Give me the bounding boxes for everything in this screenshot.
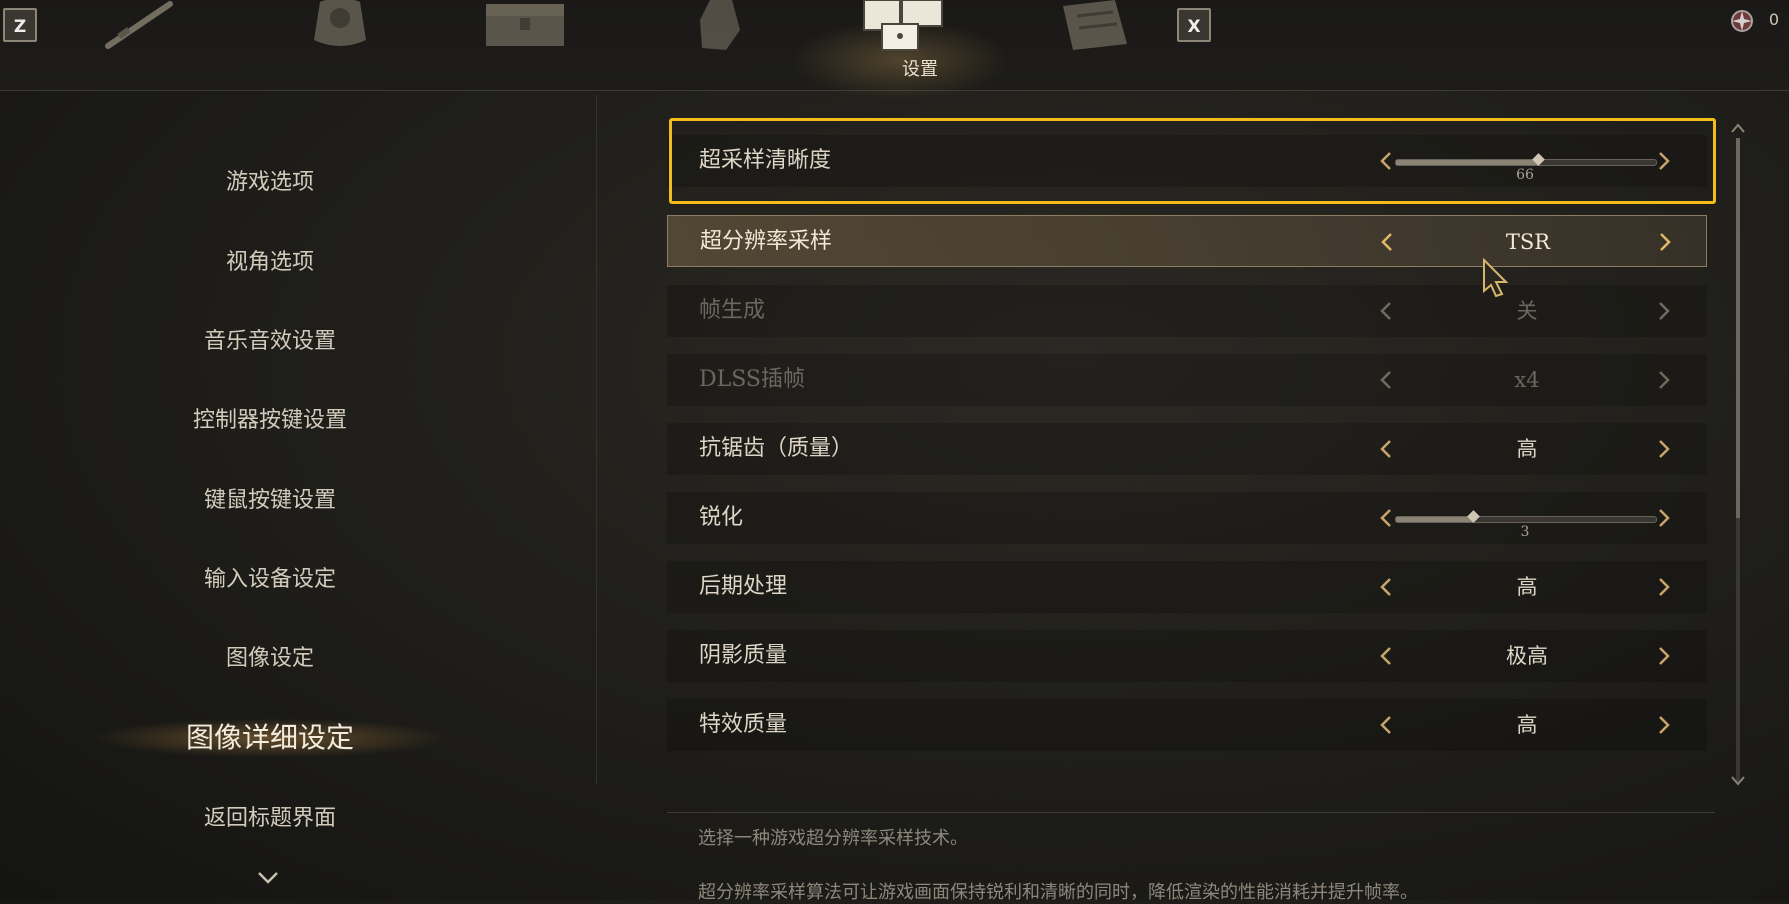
settings-dice-icon[interactable] [858,0,948,52]
chevron-left-icon[interactable] [1379,439,1393,459]
setting-label: DLSS插帧 [699,367,806,392]
spirit-currency-icon [1731,10,1753,32]
prev-tab-key[interactable]: Z [3,8,37,42]
slider-value: 3 [1520,524,1530,540]
chevron-left-icon[interactable] [1379,715,1393,735]
chevron-left-icon[interactable] [1380,232,1394,252]
chevron-right-icon[interactable] [1657,715,1671,735]
setting-row-antialiasing[interactable]: 抗锯齿（质量） 高 [667,423,1707,475]
setting-value: x4 [1514,368,1540,392]
chevron-left-icon[interactable] [1379,508,1393,528]
slider-fill [1396,517,1474,522]
chevron-right-icon[interactable] [1657,577,1671,597]
focus-highlight-frame [669,118,1716,204]
weapon-icon[interactable] [100,0,180,50]
menu-item-graphics-advanced[interactable]: 图像详细设定 [0,716,540,756]
menu-item-audio-settings[interactable]: 音乐音效设置 [0,323,540,355]
setting-value: 高 [1516,713,1538,737]
setting-row-shadow-quality[interactable]: 阴影质量 极高 [667,630,1707,682]
menu-item-keyboard-bindings[interactable]: 键鼠按键设置 [0,482,540,514]
setting-value: 极高 [1506,644,1548,668]
setting-label: 抗锯齿（质量） [699,436,854,461]
setting-row-dlss-frame-gen: DLSS插帧 x4 [667,354,1707,406]
menu-item-graphics[interactable]: 图像设定 [0,640,540,672]
setting-label: 锐化 [699,505,744,530]
chevron-right-icon [1659,371,1670,389]
panel-divider [596,95,597,785]
chevron-right-icon[interactable] [1658,232,1672,252]
chevron-down-icon[interactable] [256,868,280,888]
setting-value: 高 [1516,575,1538,599]
description-divider [667,812,1715,813]
setting-row-super-resolution[interactable]: 超分辨率采样 TSR [667,215,1707,267]
setting-label: 特效质量 [699,712,788,737]
chest-icon[interactable] [480,0,570,50]
chevron-left-icon[interactable] [1379,577,1393,597]
top-navigation-bar: Z 设置 X 0 [0,0,1789,100]
menu-item-controller-bindings[interactable]: 控制器按键设置 [0,402,540,434]
chevron-right-icon[interactable] [1657,439,1671,459]
menu-item-camera-options[interactable]: 视角选项 [0,244,540,276]
character-icon[interactable] [680,0,760,50]
setting-label: 阴影质量 [699,643,788,668]
setting-row-effects-quality[interactable]: 特效质量 高 [667,699,1707,751]
scroll-thumb[interactable] [1736,138,1740,518]
setting-description: 选择一种游戏超分辨率采样技术。 [698,828,968,849]
mouse-cursor-icon [1483,258,1509,298]
setting-value: 高 [1516,437,1538,461]
chevron-left-icon [1380,302,1391,320]
active-tab-label: 设置 [902,59,938,80]
book-icon[interactable] [1055,0,1135,50]
setting-row-post-processing[interactable]: 后期处理 高 [667,561,1707,613]
chevron-left-icon [1380,371,1391,389]
chevron-left-icon[interactable] [1379,646,1393,666]
next-tab-key[interactable]: X [1177,8,1211,42]
chevron-right-icon[interactable] [1657,646,1671,666]
armor-icon[interactable] [300,0,380,50]
menu-item-return-title[interactable]: 返回标题界面 [0,800,540,832]
sharpening-slider[interactable] [1395,510,1657,523]
settings-scrollbar[interactable] [1736,138,1740,782]
setting-label: 超分辨率采样 [700,229,833,254]
setting-description-detail: 超分辨率采样算法可让游戏画面保持锐利和清晰的同时，降低渲染的性能消耗并提升帧率。 [698,882,1418,903]
setting-label: 帧生成 [699,298,766,323]
menu-item-input-device[interactable]: 输入设备设定 [0,561,540,593]
currency-count: 0 [1768,10,1779,29]
setting-row-frame-generation: 帧生成 关 [667,285,1707,337]
menu-item-game-options[interactable]: 游戏选项 [0,164,540,196]
scroll-down-icon[interactable] [1730,774,1746,786]
chevron-right-icon [1659,302,1670,320]
setting-label: 后期处理 [699,574,788,599]
chevron-right-icon[interactable] [1657,508,1671,528]
setting-row-sharpening[interactable]: 锐化 3 [667,492,1707,544]
scroll-up-icon[interactable] [1730,122,1746,134]
